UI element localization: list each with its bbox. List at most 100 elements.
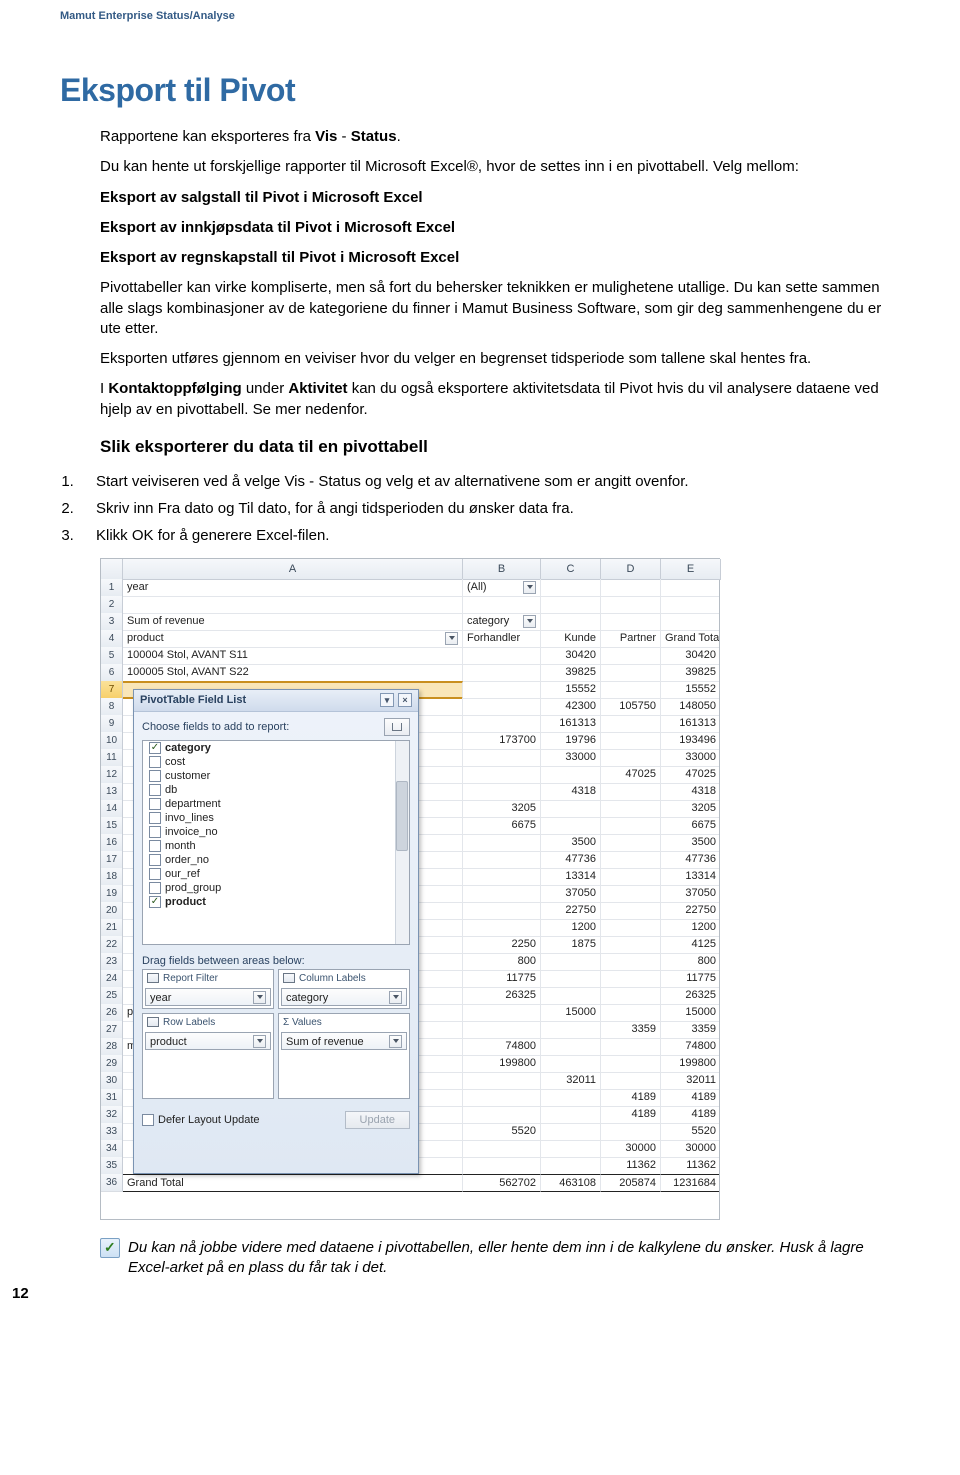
row-header[interactable]: 21 bbox=[101, 919, 123, 937]
cell[interactable] bbox=[601, 579, 661, 597]
cell[interactable] bbox=[541, 970, 601, 988]
cell[interactable] bbox=[463, 1072, 541, 1090]
cell[interactable]: 463108 bbox=[541, 1174, 601, 1192]
cell[interactable] bbox=[601, 1038, 661, 1056]
cell[interactable] bbox=[541, 1038, 601, 1056]
row-header[interactable]: 2 bbox=[101, 596, 123, 614]
table-row[interactable]: 6100005 Stol, AVANT S223982539825 bbox=[101, 664, 719, 681]
row-header[interactable]: 35 bbox=[101, 1157, 123, 1175]
row-header[interactable]: 1 bbox=[101, 579, 123, 597]
cell[interactable]: 11362 bbox=[661, 1157, 719, 1175]
col-header-a[interactable]: A bbox=[123, 559, 463, 580]
checkbox-icon[interactable] bbox=[149, 868, 161, 880]
field-chip-year[interactable]: year bbox=[145, 988, 271, 1006]
table-row[interactable]: 36Grand Total5627024631082058741231684 bbox=[101, 1174, 719, 1191]
cell[interactable]: 26325 bbox=[463, 987, 541, 1005]
row-header[interactable]: 31 bbox=[101, 1089, 123, 1107]
cell[interactable] bbox=[661, 596, 719, 614]
cell[interactable]: 11362 bbox=[601, 1157, 661, 1175]
checkbox-icon[interactable] bbox=[149, 742, 161, 754]
cell[interactable] bbox=[123, 596, 463, 614]
cell[interactable] bbox=[601, 596, 661, 614]
field-chip-product[interactable]: product bbox=[145, 1032, 271, 1050]
pivot-field-month[interactable]: month bbox=[143, 839, 409, 853]
cell[interactable]: 199800 bbox=[661, 1055, 719, 1073]
cell[interactable] bbox=[463, 1106, 541, 1124]
cell[interactable] bbox=[463, 698, 541, 716]
table-row[interactable]: 4productForhandlerKundePartnerGrand Tota… bbox=[101, 630, 719, 647]
cell[interactable] bbox=[601, 647, 661, 665]
cell[interactable]: 19796 bbox=[541, 732, 601, 750]
row-header[interactable]: 29 bbox=[101, 1055, 123, 1073]
cell[interactable] bbox=[541, 953, 601, 971]
cell[interactable]: 74800 bbox=[463, 1038, 541, 1056]
cell[interactable]: 193496 bbox=[661, 732, 719, 750]
cell[interactable] bbox=[601, 885, 661, 903]
area-report-filter[interactable]: Report Filter year bbox=[142, 969, 274, 1009]
cell[interactable]: 6675 bbox=[463, 817, 541, 835]
cell[interactable]: 199800 bbox=[463, 1055, 541, 1073]
row-header[interactable]: 16 bbox=[101, 834, 123, 852]
cell[interactable]: 2250 bbox=[463, 936, 541, 954]
row-header[interactable]: 9 bbox=[101, 715, 123, 733]
cell[interactable]: 11775 bbox=[463, 970, 541, 988]
cell[interactable] bbox=[463, 766, 541, 784]
cell[interactable]: 30000 bbox=[661, 1140, 719, 1158]
row-header[interactable]: 36 bbox=[101, 1174, 123, 1192]
cell[interactable] bbox=[463, 834, 541, 852]
cell[interactable]: Grand Total bbox=[123, 1174, 463, 1192]
chevron-down-icon[interactable] bbox=[389, 1035, 402, 1048]
cell[interactable]: 800 bbox=[661, 953, 719, 971]
cell[interactable]: 37050 bbox=[661, 885, 719, 903]
cell[interactable] bbox=[541, 613, 601, 631]
pivot-field-db[interactable]: db bbox=[143, 783, 409, 797]
cell[interactable]: Sum of revenue bbox=[123, 613, 463, 631]
row-header[interactable]: 23 bbox=[101, 953, 123, 971]
cell[interactable]: 4318 bbox=[661, 783, 719, 801]
checkbox-icon[interactable] bbox=[149, 882, 161, 894]
cell[interactable]: 13314 bbox=[541, 868, 601, 886]
cell[interactable]: 15552 bbox=[661, 681, 719, 699]
table-row[interactable]: 2 bbox=[101, 596, 719, 613]
cell[interactable]: 47736 bbox=[541, 851, 601, 869]
cell[interactable]: 800 bbox=[463, 953, 541, 971]
cell[interactable]: 33000 bbox=[661, 749, 719, 767]
cell[interactable]: 4189 bbox=[601, 1089, 661, 1107]
cell[interactable]: Forhandler bbox=[463, 630, 541, 648]
pivottable-field-list[interactable]: PivotTable Field List ▾ × Choose fields … bbox=[133, 689, 419, 1174]
cell[interactable]: 1231684 bbox=[661, 1174, 719, 1192]
field-chip-category[interactable]: category bbox=[281, 988, 407, 1006]
cell[interactable]: 3205 bbox=[661, 800, 719, 818]
row-header[interactable]: 17 bbox=[101, 851, 123, 869]
cell[interactable]: 1200 bbox=[661, 919, 719, 937]
checkbox-icon[interactable] bbox=[149, 784, 161, 796]
cell[interactable] bbox=[601, 936, 661, 954]
row-header[interactable]: 27 bbox=[101, 1021, 123, 1039]
cell[interactable]: 39825 bbox=[541, 664, 601, 682]
row-header[interactable]: 7 bbox=[101, 681, 123, 699]
cell[interactable] bbox=[601, 1055, 661, 1073]
area-column-labels[interactable]: Column Labels category bbox=[278, 969, 410, 1009]
cell[interactable]: 562702 bbox=[463, 1174, 541, 1192]
cell[interactable]: 13314 bbox=[661, 868, 719, 886]
cell[interactable] bbox=[601, 953, 661, 971]
cell[interactable] bbox=[463, 664, 541, 682]
cell[interactable] bbox=[463, 868, 541, 886]
cell[interactable]: 100005 Stol, AVANT S22 bbox=[123, 664, 463, 682]
pivot-field-category[interactable]: category bbox=[143, 741, 409, 755]
row-header[interactable]: 20 bbox=[101, 902, 123, 920]
pivot-field-prod_group[interactable]: prod_group bbox=[143, 881, 409, 895]
cell[interactable] bbox=[601, 868, 661, 886]
scrollbar[interactable] bbox=[395, 741, 409, 944]
cell[interactable]: 15000 bbox=[661, 1004, 719, 1022]
cell[interactable]: 161313 bbox=[541, 715, 601, 733]
cell[interactable] bbox=[601, 987, 661, 1005]
cell[interactable] bbox=[601, 1123, 661, 1141]
cell[interactable]: year bbox=[123, 579, 463, 597]
cell[interactable] bbox=[463, 1157, 541, 1175]
cell[interactable] bbox=[541, 1123, 601, 1141]
cell[interactable]: 5520 bbox=[463, 1123, 541, 1141]
pivot-field-product[interactable]: product bbox=[143, 895, 409, 909]
checkbox-icon[interactable] bbox=[149, 756, 161, 768]
chevron-down-icon[interactable] bbox=[389, 991, 402, 1004]
